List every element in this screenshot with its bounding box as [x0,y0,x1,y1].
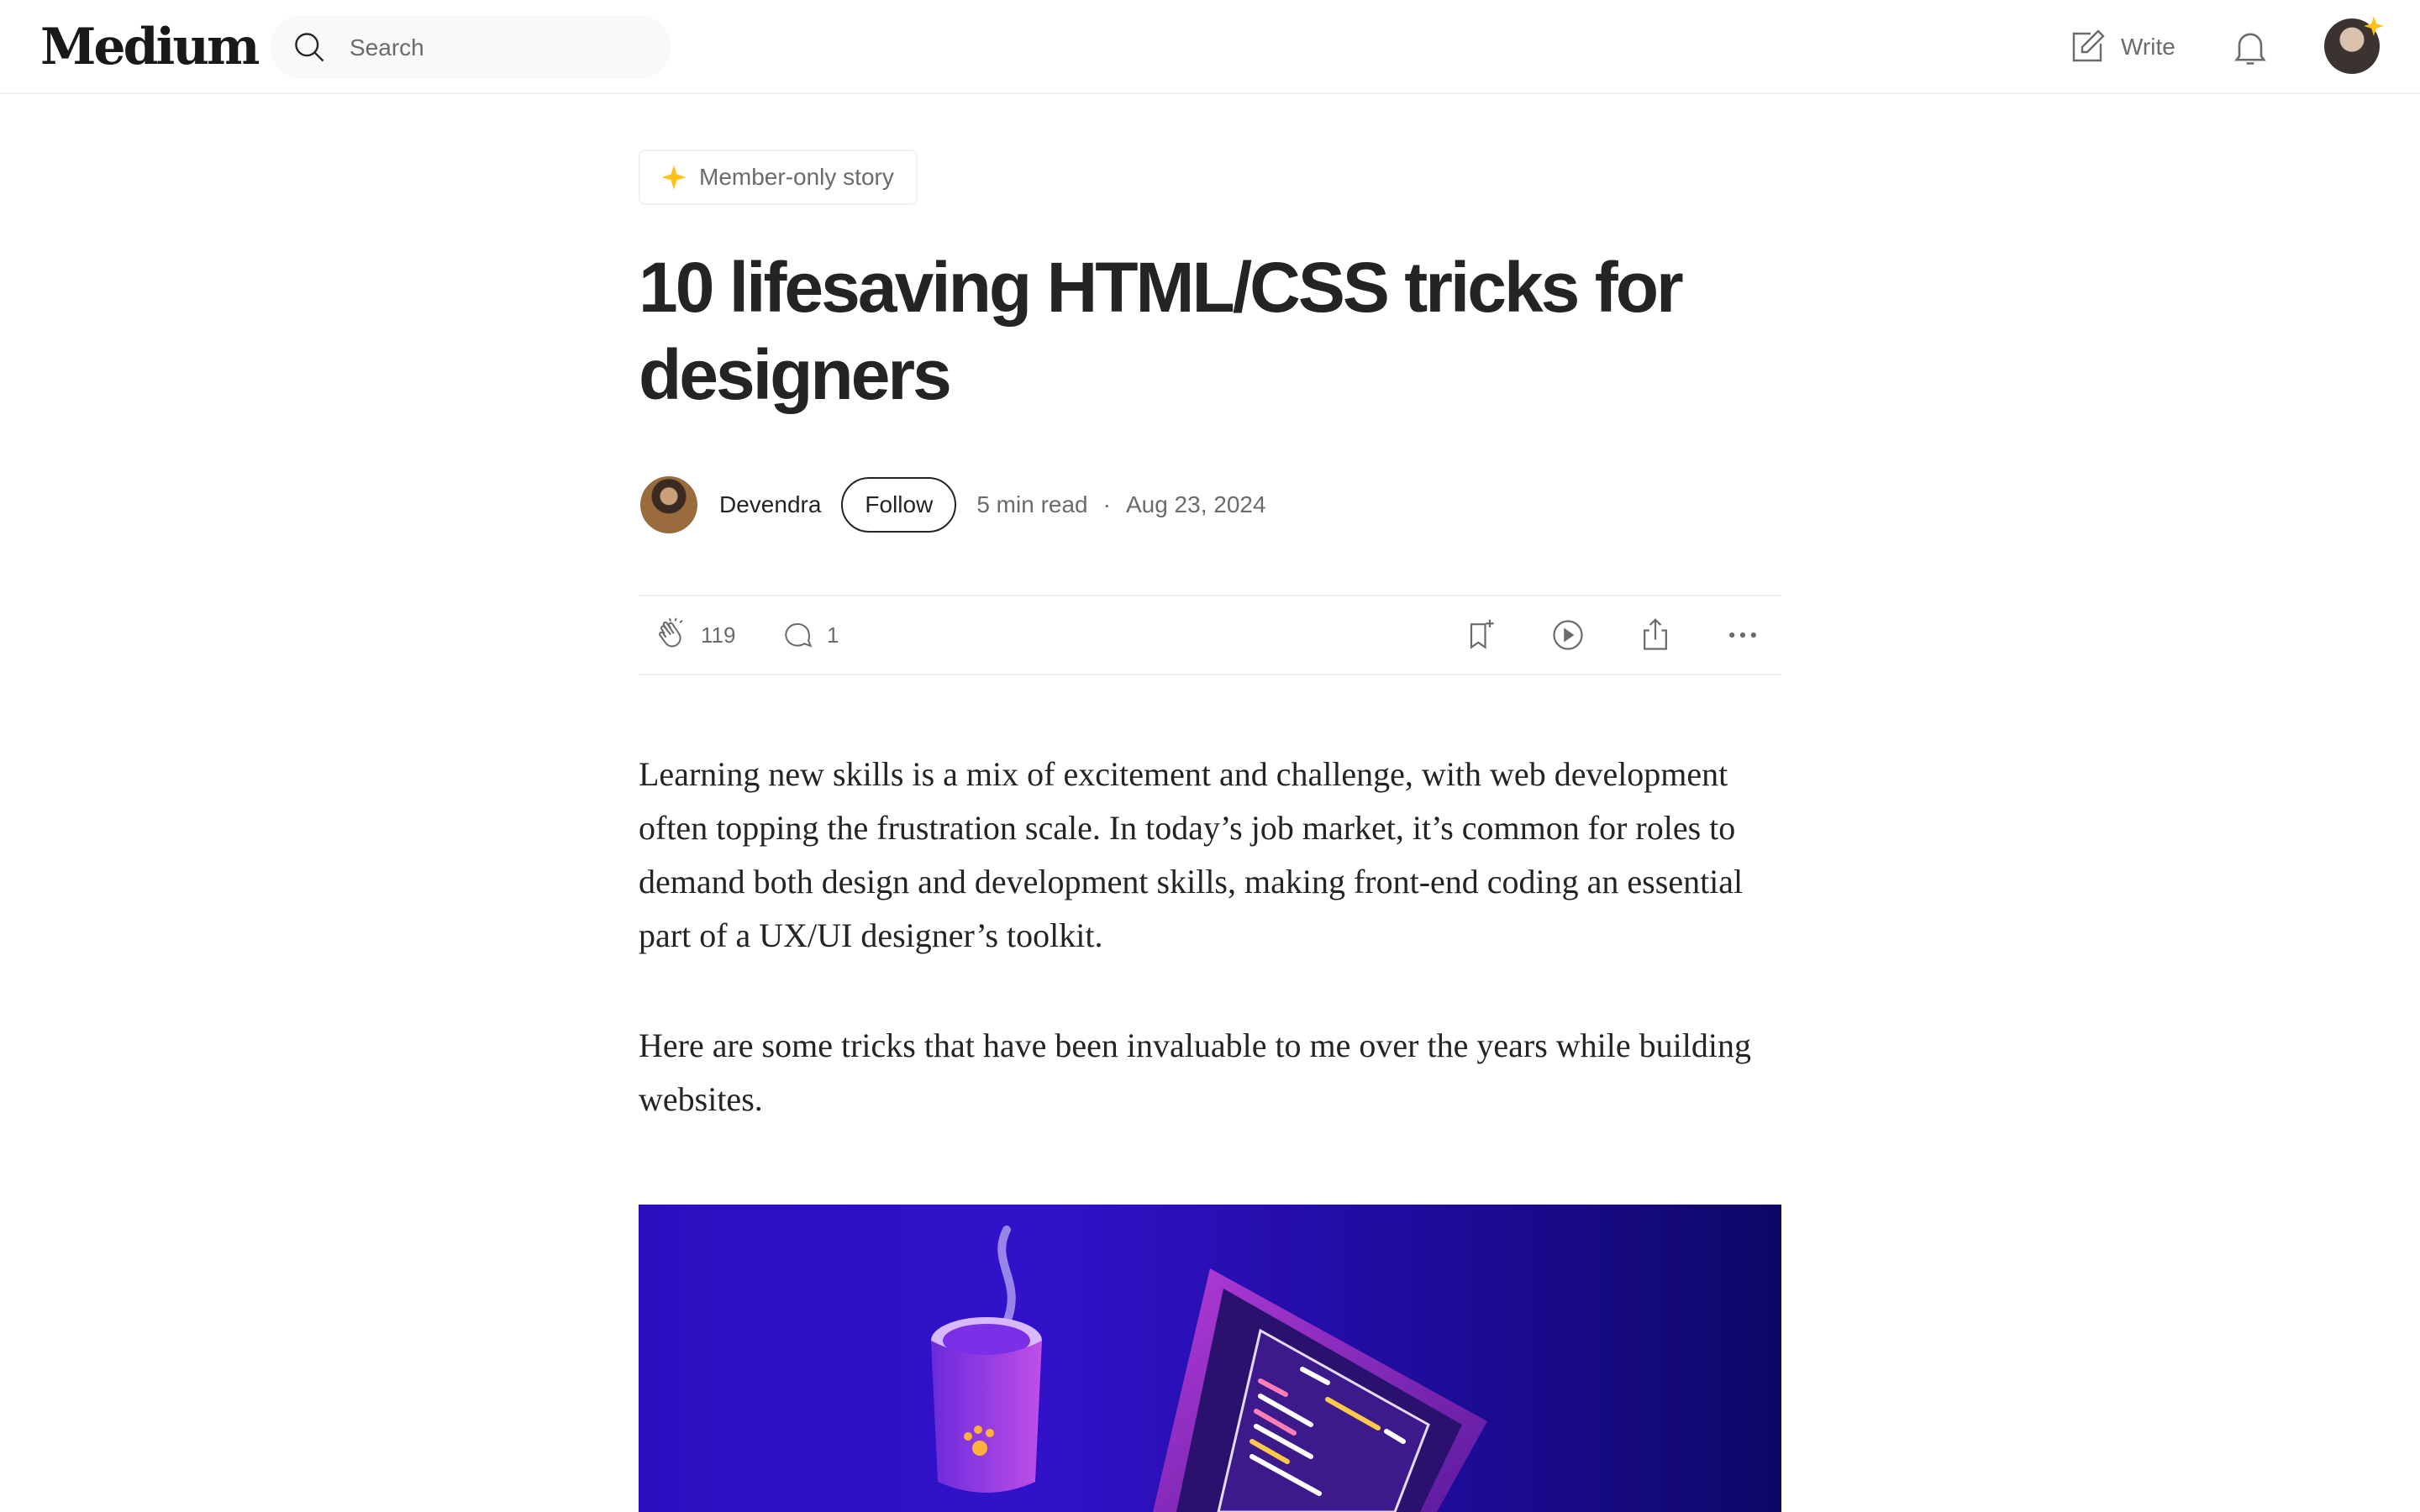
star-icon [2364,16,2384,36]
share-button[interactable] [1637,615,1674,655]
user-avatar[interactable] [2324,16,2384,74]
clap-count: 119 [701,622,736,648]
top-navigation-bar: Medium Write [0,0,2420,94]
responses-button[interactable]: 1 [780,615,839,655]
medium-logo[interactable]: Medium [40,17,260,77]
comment-icon [785,622,813,648]
article-paragraph: Here are some tricks that have been inva… [639,1026,1751,1118]
write-button[interactable]: Write [2067,25,2175,69]
write-label: Write [2121,34,2175,60]
bell-icon[interactable] [2228,25,2272,69]
byline: Devendra Follow 5 min read · Aug 23, 202… [639,475,1266,534]
bookmark-button[interactable] [1462,615,1499,655]
article-action-bar: 119 1 [639,595,1781,675]
article-title: 10 lifesaving HTML/CSS tricks for design… [639,248,1684,414]
member-only-badge: Member-only story [639,150,918,205]
article-hero-image [639,1205,1781,1512]
publish-date: Aug 23, 2024 [1125,491,1266,517]
listen-button[interactable] [1549,615,1586,655]
clap-icon [659,617,683,648]
write-icon [2072,29,2105,62]
meta-separator: · [1102,491,1111,517]
bookmark-icon [1470,619,1494,649]
author-name[interactable]: Devendra [719,491,821,518]
follow-button[interactable]: Follow [841,477,957,533]
search-input[interactable] [348,30,654,66]
play-icon [1553,620,1583,650]
share-icon [1644,618,1667,650]
more-icon [1729,632,1756,638]
hero-illustration [931,1226,1487,1512]
author-avatar[interactable] [640,476,697,533]
article-paragraph: Learning new skills is a mix of exciteme… [639,755,1744,954]
more-button[interactable] [1724,615,1761,655]
clap-button[interactable]: 119 [654,615,735,655]
member-only-label: Member-only story [699,164,894,190]
search-box[interactable] [271,15,671,79]
read-time: 5 min read [976,491,1088,517]
search-icon [295,33,324,62]
star-icon [661,165,687,190]
response-count: 1 [827,622,839,648]
